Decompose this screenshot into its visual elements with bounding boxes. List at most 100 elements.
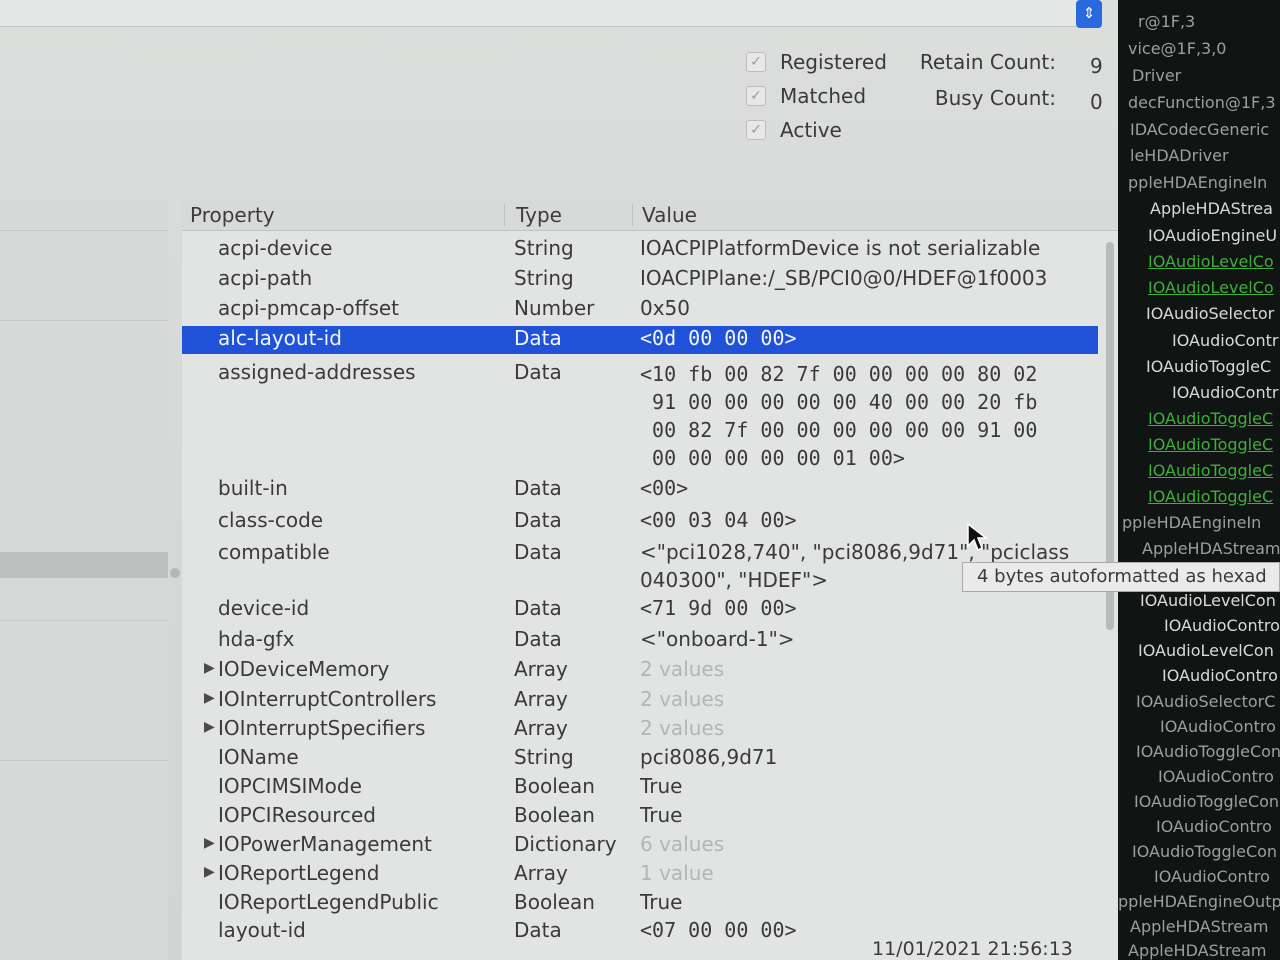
active-label: Active [780, 118, 842, 142]
disclosure-triangle-icon[interactable]: ▶ [204, 835, 215, 851]
table-row-selected[interactable]: alc-layout-id Data <0d 00 00 00> [182, 326, 1098, 354]
tree-item[interactable]: IOAudioLevelCo [1148, 278, 1274, 297]
tree-item[interactable]: leHDADriver [1130, 146, 1229, 165]
busy-count-value: 0 [1090, 90, 1103, 114]
table-row[interactable]: acpi-device String IOACPIPlatformDevice … [182, 236, 1098, 264]
tree-item[interactable]: IOAudioToggleC [1148, 461, 1273, 480]
disclosure-triangle-icon[interactable]: ▶ [204, 690, 215, 706]
tree-item[interactable]: IOAudioLevelCon [1140, 591, 1276, 610]
column-divider[interactable] [632, 204, 633, 226]
table-row[interactable]: IOPCIMSIMode Boolean True [182, 774, 1098, 802]
type-cell: Boolean [514, 890, 595, 914]
type-cell: Array [514, 657, 568, 681]
tree-item[interactable]: ppleHDAEngineIn [1122, 513, 1261, 532]
tree-item[interactable]: decFunction@1F,3 [1128, 93, 1276, 112]
tree-item[interactable]: ppleHDAEngineIn [1128, 173, 1267, 192]
tree-item[interactable]: IOAudioEngineU [1148, 226, 1277, 245]
tree-item[interactable]: IOAudioToggleCon [1134, 792, 1279, 811]
tree-item[interactable]: vice@1F,3,0 [1128, 39, 1226, 58]
table-row[interactable]: ▶ IOInterruptControllers Array 2 values [182, 687, 1098, 715]
tree-item[interactable]: IOAudioContro [1158, 767, 1274, 786]
tree-item[interactable]: AppleHDAStream [1128, 941, 1266, 960]
tree-item[interactable]: IOAudioToggleCon [1132, 842, 1277, 861]
tree-item[interactable]: ppleHDAEngineOutp [1118, 892, 1280, 911]
divider [0, 320, 168, 321]
table-row[interactable]: device-id Data <71 9d 00 00> [182, 596, 1098, 624]
table-row[interactable]: acpi-pmcap-offset Number 0x50 [182, 296, 1098, 324]
inspector-panel: ⇕ ✓ Registered ✓ Matched ✓ Active Retain… [0, 0, 1118, 960]
value-cell: 2 values [640, 687, 725, 711]
tree-item[interactable]: IOAudioContro [1164, 616, 1280, 635]
property-cell: IOPowerManagement [218, 832, 432, 856]
type-cell: Boolean [514, 774, 595, 798]
table-row[interactable]: IOPCIResourced Boolean True [182, 803, 1098, 831]
tree-item[interactable]: IOAudioLevelCon [1138, 641, 1274, 660]
disclosure-triangle-icon[interactable]: ▶ [204, 719, 215, 735]
table-row[interactable]: IOName String pci8086,9d71 [182, 745, 1098, 773]
table-row[interactable]: class-code Data <00 03 04 00> [182, 508, 1098, 536]
tree-item[interactable]: IOAudioLevelCo [1148, 252, 1274, 271]
registered-checkbox-row[interactable]: ✓ Registered [746, 48, 887, 76]
table-row[interactable]: compatible Data <"pci1028,740", "pci8086… [182, 540, 1098, 596]
table-row[interactable]: hda-gfx Data <"onboard-1"> [182, 627, 1098, 655]
divider [0, 760, 168, 761]
tree-item[interactable]: AppleHDAStrea [1150, 199, 1273, 218]
table-row[interactable]: built-in Data <00> [182, 476, 1098, 504]
table-row[interactable]: ▶ IOInterruptSpecifiers Array 2 values [182, 716, 1098, 744]
type-cell: String [514, 236, 574, 260]
table-row[interactable]: ▶ IOReportLegend Array 1 value [182, 861, 1098, 889]
disclosure-triangle-icon[interactable]: ▶ [204, 660, 215, 676]
matched-checkbox[interactable]: ✓ [746, 86, 766, 106]
object-tree-pane[interactable] [0, 200, 168, 960]
retain-count-row: Retain Count: [900, 50, 1056, 78]
tree-item[interactable]: r@1F,3 [1138, 12, 1195, 31]
registered-checkbox[interactable]: ✓ [746, 52, 766, 72]
tree-item[interactable]: IOAudioToggleC [1148, 435, 1273, 454]
matched-checkbox-row[interactable]: ✓ Matched [746, 82, 866, 110]
property-cell: built-in [218, 476, 288, 500]
tree-item[interactable]: IOAudioContr [1172, 331, 1278, 350]
tree-item[interactable]: AppleHDAStream [1130, 917, 1268, 936]
tree-item[interactable]: IOAudioSelector [1146, 304, 1274, 323]
column-header-property[interactable]: Property [190, 203, 275, 227]
column-divider[interactable] [504, 204, 505, 226]
left-selected-row[interactable] [0, 552, 168, 578]
active-checkbox[interactable]: ✓ [746, 120, 766, 140]
tree-item[interactable]: IOAudioContro [1162, 666, 1278, 685]
tooltip: 4 bytes autoformatted as hexad [962, 562, 1280, 592]
tree-item[interactable]: Driver [1132, 66, 1181, 85]
active-checkbox-row[interactable]: ✓ Active [746, 116, 842, 144]
tree-item[interactable]: IOAudioToggleCon [1136, 742, 1280, 761]
tree-item[interactable]: IOAudioToggleC [1146, 357, 1271, 376]
type-cell: Data [514, 360, 562, 384]
property-cell: layout-id [218, 918, 306, 942]
tree-item[interactable]: AppleHDAStream [1142, 539, 1280, 558]
table-row[interactable]: IOReportLegendPublic Boolean True [182, 890, 1098, 918]
table-row[interactable]: assigned-addresses Data <10 fb 00 82 7f … [182, 360, 1098, 474]
column-header-type[interactable]: Type [516, 203, 562, 227]
tree-item[interactable]: IOAudioContro [1154, 867, 1270, 886]
type-cell: String [514, 266, 574, 290]
column-header-value[interactable]: Value [642, 203, 697, 227]
tree-item[interactable]: IDACodecGeneric [1130, 120, 1269, 139]
tree-item[interactable]: IOAudioContro [1160, 717, 1276, 736]
tree-item[interactable]: IOAudioContr [1172, 383, 1278, 402]
split-view-handle[interactable] [170, 568, 180, 578]
value-cell: <10 fb 00 82 7f 00 00 00 00 80 02 91 00 … [640, 362, 1038, 470]
mouse-pointer-icon [967, 522, 988, 552]
table-row[interactable]: ▶ IOPowerManagement Dictionary 6 values [182, 832, 1098, 860]
tree-item[interactable]: IOAudioContro [1156, 817, 1272, 836]
disclosure-triangle-icon[interactable]: ▶ [204, 864, 215, 880]
property-cell: IOPCIMSIMode [218, 774, 362, 798]
stepper-button[interactable]: ⇕ [1076, 0, 1102, 28]
tree-item[interactable]: IOAudioToggleC [1148, 487, 1273, 506]
service-tree-pane[interactable]: r@1F,3 vice@1F,3,0 Driver decFunction@1F… [1118, 0, 1280, 960]
table-row[interactable]: acpi-path String IOACPIPlane:/_SB/PCI0@0… [182, 266, 1098, 294]
up-down-arrows-icon: ⇕ [1082, 4, 1096, 22]
tree-item[interactable]: IOAudioSelectorC [1136, 692, 1275, 711]
table-row[interactable]: ▶ IODeviceMemory Array 2 values [182, 657, 1098, 685]
type-cell: Data [514, 508, 562, 532]
tree-item[interactable]: IOAudioToggleC [1148, 409, 1273, 428]
type-cell: Data [514, 326, 562, 350]
type-cell: Boolean [514, 803, 595, 827]
